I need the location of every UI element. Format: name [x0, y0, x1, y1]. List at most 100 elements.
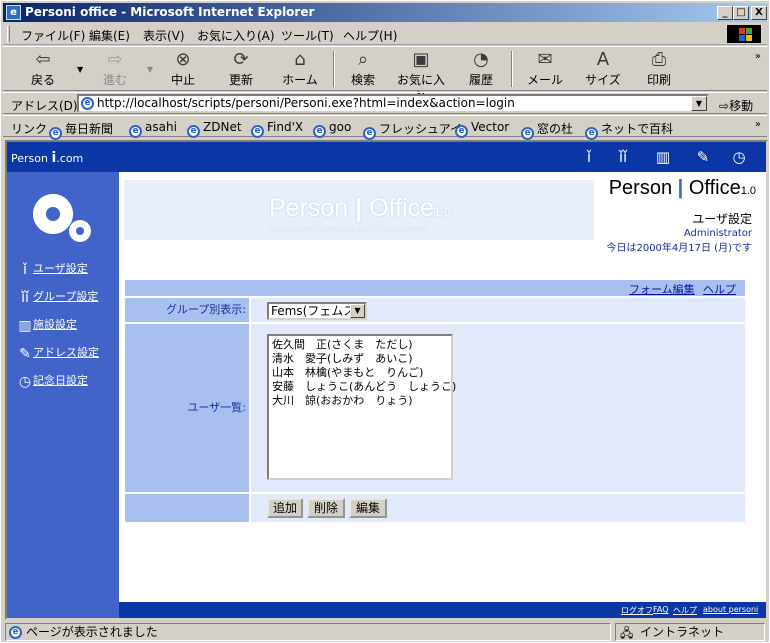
clock-icon[interactable]: ◷ — [729, 148, 749, 166]
forward-button[interactable]: ⇨ 進む — [95, 49, 135, 89]
stop-button[interactable]: ⊗ 中止 — [163, 49, 203, 89]
list-item[interactable]: 佐久間 正(さくま ただし) — [272, 338, 448, 352]
status-bar: e ページが表示されました 🖧 イントラネット — [3, 622, 767, 642]
menu-tools[interactable]: ツール(T) — [281, 27, 334, 44]
toolbar-chevron-icon[interactable]: » — [755, 51, 761, 62]
forward-label: 進む — [102, 73, 127, 87]
minimize-button[interactable]: _ — [717, 6, 733, 20]
home-button[interactable]: ⌂ ホーム — [277, 49, 323, 89]
form-edit-link[interactable]: フォーム編集 — [629, 281, 695, 297]
home-icon: ⌂ — [294, 49, 306, 70]
person-icon[interactable]: ǐ — [579, 148, 599, 166]
link-item[interactable]: e ネットで百科 — [585, 120, 673, 140]
user-listbox[interactable]: 佐久間 正(さくま ただし) 清水 愛子(しみず あいこ) 山本 林檎(やまもと… — [267, 334, 456, 480]
sidebar-item-address[interactable]: ✎ アドレス設定 — [17, 344, 99, 362]
add-button[interactable]: 追加 — [267, 498, 303, 518]
close-button[interactable]: X — [751, 6, 767, 20]
actions-cell: 追加 削除 編集 — [251, 494, 745, 522]
menu-edit[interactable]: 編集(E) — [89, 27, 130, 44]
link-item[interactable]: e Vector — [455, 120, 509, 138]
link-item[interactable]: e ZDNet — [187, 120, 242, 138]
links-chevron-icon[interactable]: » — [755, 119, 761, 130]
history-icon: ◔ — [473, 49, 489, 70]
group-select-value: Fems(フェムス) — [271, 304, 360, 318]
link-item[interactable]: e フレッシュアイ — [363, 120, 462, 140]
footer-help-link[interactable]: ヘルプ — [673, 605, 697, 616]
stop-icon: ⊗ — [175, 49, 191, 70]
group-icon[interactable]: ǐǐ — [613, 148, 633, 166]
person-icon: ǐ — [23, 262, 27, 278]
status-message: ページが表示されました — [26, 625, 158, 639]
size-button[interactable]: A サイズ — [581, 49, 625, 89]
list-item[interactable]: 山本 林檎(やまもと りんご) — [272, 366, 448, 380]
group-filter-cell: Fems(フェムス) ▼ — [251, 298, 745, 322]
link-item[interactable]: e Find'X — [251, 120, 303, 138]
delete-button[interactable]: 削除 — [307, 498, 345, 518]
ie-page-icon: e — [521, 127, 534, 140]
link-item[interactable]: e 窓の杜 — [521, 120, 573, 140]
forward-arrow-icon: ⇨ — [107, 49, 123, 70]
ie-page-icon: e — [251, 125, 264, 138]
mail-icon: ✉ — [537, 49, 553, 70]
menu-file[interactable]: ファイル(F) — [21, 27, 85, 44]
app-footer: ログオフ FAQ ヘルプ about personi — [119, 602, 766, 618]
sidebar-item-groups[interactable]: ǐǐ グループ設定 — [17, 288, 98, 306]
logoff-link[interactable]: ログオフ — [621, 605, 653, 616]
today-date: 今日は2000年4月17日 (月)です — [606, 243, 752, 254]
favorites-button[interactable]: ▣ お気に入り — [393, 49, 449, 104]
home-label: ホーム — [282, 73, 318, 87]
history-button[interactable]: ◔ 履歴 — [461, 49, 501, 89]
building-icon[interactable]: ▥ — [653, 148, 673, 166]
back-button[interactable]: ⇦ 戻る — [23, 49, 63, 89]
chevron-down-icon[interactable]: ▼ — [350, 304, 365, 318]
sidebar-item-anniversary[interactable]: ◷ 記念日設定 — [17, 372, 88, 390]
help-link[interactable]: ヘルプ — [703, 281, 736, 297]
sidebar-item-facilities[interactable]: ▥施設設定 — [17, 316, 77, 334]
toolbar-separator — [511, 51, 513, 87]
refresh-button[interactable]: ⟳ 更新 — [221, 49, 261, 89]
group-select[interactable]: Fems(フェムス) ▼ — [267, 302, 367, 320]
list-item[interactable]: 清水 愛子(しみず あいこ) — [272, 352, 448, 366]
windows-logo-icon — [727, 25, 761, 43]
font-size-icon: A — [596, 49, 610, 70]
browser-window: e Personi office - Microsoft Internet Ex… — [0, 0, 770, 643]
forward-dropdown-icon[interactable]: ▼ — [147, 65, 153, 74]
address-input[interactable]: e http://localhost/scripts/personi/Perso… — [77, 94, 709, 113]
group-filter-label: グループ別表示: — [125, 298, 249, 322]
link-item[interactable]: e asahi — [129, 120, 177, 138]
refresh-label: 更新 — [228, 73, 253, 87]
list-item[interactable]: 大川 諒(おおかわ りょう) — [272, 394, 448, 408]
back-dropdown-icon[interactable]: ▼ — [77, 65, 83, 74]
maximize-button[interactable]: □ — [733, 6, 749, 20]
about-link[interactable]: about personi — [703, 605, 758, 614]
print-button[interactable]: ⎙ 印刷 — [639, 49, 679, 89]
page-title: ユーザ設定 — [692, 212, 752, 226]
menu-favorites[interactable]: お気に入り(A) — [197, 27, 275, 44]
app-top-nav: Person i.com ǐ ǐǐ ▥ ✎ ◷ — [7, 142, 766, 172]
search-button[interactable]: ⌕ 検索 — [343, 49, 383, 89]
link-item[interactable]: e goo — [313, 120, 351, 138]
user-list-row: ユーザ一覧: 佐久間 正(さくま ただし) 清水 愛子(しみず あいこ) 山本 … — [125, 324, 745, 492]
pen-icon[interactable]: ✎ — [693, 148, 713, 166]
intranet-icon: 🖧 — [620, 626, 634, 640]
banner-title: Person | Office1.0 — [269, 194, 451, 222]
go-button[interactable]: ⇨移動 — [719, 97, 753, 114]
menu-view[interactable]: 表示(V) — [143, 27, 185, 44]
printer-icon: ⎙ — [651, 49, 667, 70]
ie-page-icon: e — [81, 97, 94, 110]
mail-button[interactable]: ✉ メール — [523, 49, 567, 89]
mail-label: メール — [526, 73, 563, 87]
list-item[interactable]: 安藤 しょうこ(あんどう しょうこ) — [272, 380, 456, 394]
banner-copyright: Copyright 2000 Personi.com Ltd. All Righ… — [269, 226, 428, 233]
link-item[interactable]: e 毎日新聞 — [49, 120, 113, 140]
brand-logo[interactable]: Person i.com — [11, 150, 83, 166]
edit-button[interactable]: 編集 — [349, 498, 387, 518]
refresh-icon: ⟳ — [233, 49, 249, 70]
address-url: http://localhost/scripts/personi/Personi… — [97, 96, 515, 110]
menu-help[interactable]: ヘルプ(H) — [343, 27, 397, 44]
address-bar: アドレス(D) e http://localhost/scripts/perso… — [3, 92, 767, 114]
address-dropdown-button[interactable]: ▼ — [691, 96, 707, 111]
sidebar-item-users[interactable]: ǐ ユーザ設定 — [17, 260, 88, 278]
ie-page-icon: e — [455, 125, 468, 138]
faq-link[interactable]: FAQ — [653, 605, 669, 614]
